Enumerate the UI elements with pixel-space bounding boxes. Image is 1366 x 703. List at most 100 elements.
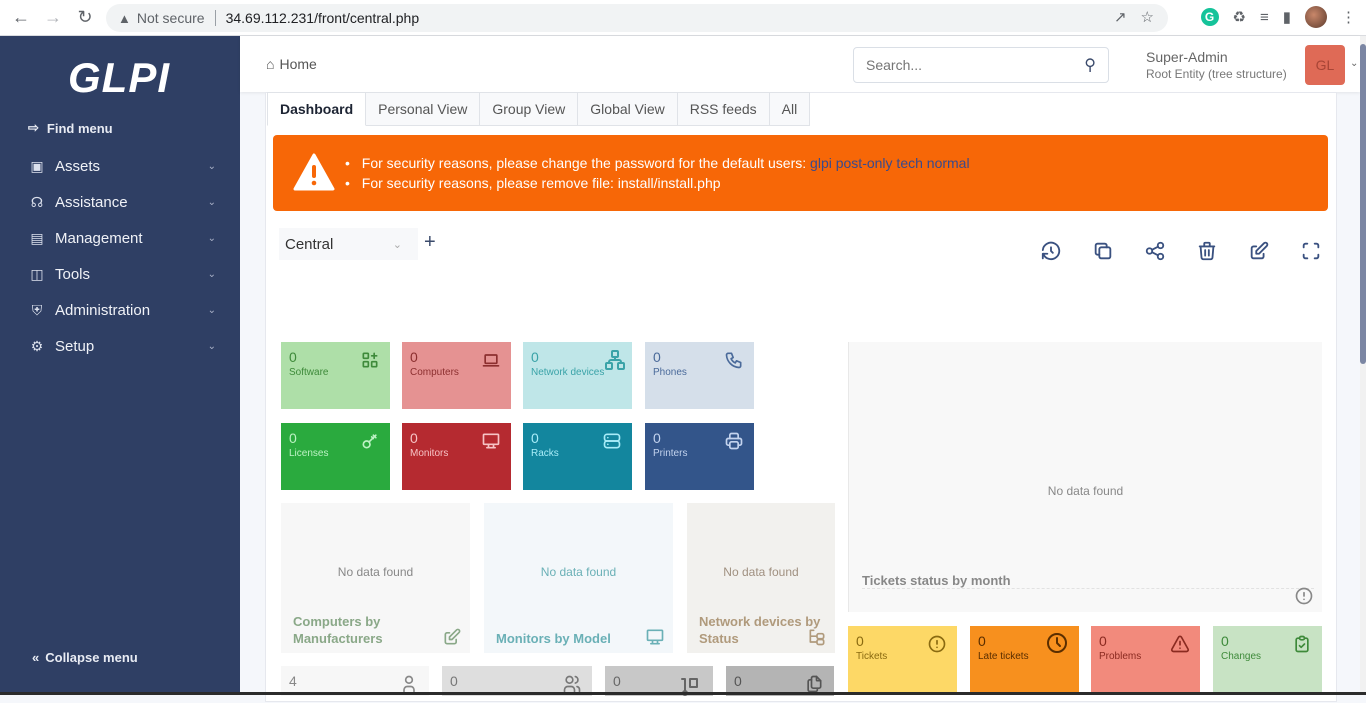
alert-circle-icon <box>927 634 947 654</box>
tile-monitors[interactable]: 0 Monitors <box>402 423 511 490</box>
printer-icon <box>724 431 744 451</box>
share-button[interactable] <box>1144 240 1166 262</box>
tab-dashboard[interactable]: Dashboard <box>267 92 367 126</box>
profile-avatar[interactable] <box>1305 6 1327 28</box>
page-scrollbar[interactable] <box>1360 36 1366 695</box>
home-icon: ⌂ <box>266 56 275 72</box>
no-data-text: No data found <box>723 565 799 579</box>
alert-message-passwords: For security reasons, please change the … <box>359 153 970 173</box>
chart-title: Computers by Manufacturers <box>293 614 383 646</box>
tile-late-tickets[interactable]: 0 Late tickets <box>970 626 1079 693</box>
warning-triangle-icon <box>1170 634 1190 654</box>
user-icon <box>399 674 419 694</box>
tab-all[interactable]: All <box>769 92 811 126</box>
tile-network-devices[interactable]: 0 Network devices <box>523 342 632 409</box>
browser-toolbar: ← → ↻ ▲ Not secure 34.69.112.231/front/c… <box>0 0 1366 36</box>
sidebar-item-administration[interactable]: ⛨ Administration ⌄ <box>0 292 240 328</box>
tile-computers[interactable]: 0 Computers <box>402 342 511 409</box>
sidebar-item-tools[interactable]: ◫ Tools ⌄ <box>0 256 240 292</box>
collapse-menu-button[interactable]: « Collapse menu <box>32 650 138 665</box>
sidebar-item-assistance[interactable]: ☊ Assistance ⌄ <box>0 184 240 220</box>
tab-rss-feeds[interactable]: RSS feeds <box>677 92 770 126</box>
tab-personal-view[interactable]: Personal View <box>366 92 481 126</box>
tab-group-view[interactable]: Group View <box>480 92 579 126</box>
grammarly-extension-icon[interactable]: G <box>1200 8 1219 26</box>
extensions-puzzle-icon[interactable]: ♻ <box>1233 8 1246 26</box>
chart-title: Tickets status by month <box>862 573 1011 588</box>
clone-button[interactable] <box>1092 240 1114 262</box>
back-button[interactable]: ← <box>10 7 32 29</box>
delete-button[interactable] <box>1196 240 1218 262</box>
sidebar-item-label: Assets <box>55 157 101 175</box>
user-avatar[interactable]: GL <box>1305 45 1345 85</box>
media-queue-icon[interactable]: ≡ <box>1260 9 1269 26</box>
default-users-link[interactable]: glpi post-only tech normal <box>810 155 970 171</box>
dashboard-toolbar <box>1040 240 1322 262</box>
chart-network-devices-by-status[interactable]: No data found Network devices by Status <box>687 503 835 653</box>
history-icon <box>1041 241 1061 261</box>
gear-icon: ⚙ <box>30 337 44 354</box>
alert-text: For security reasons, please remove file… <box>361 175 721 191</box>
chart-computers-by-manufacturers[interactable]: No data found Computers by Manufacturers <box>281 503 470 653</box>
user-info[interactable]: Super-Admin Root Entity (tree structure) <box>1146 49 1287 81</box>
sidebar-item-setup[interactable]: ⚙ Setup ⌄ <box>0 328 240 364</box>
fullscreen-button[interactable] <box>1300 240 1322 262</box>
find-menu-label: Find menu <box>46 120 113 136</box>
breadcrumb-home[interactable]: ⌂ Home <box>266 56 317 72</box>
find-menu-link[interactable]: ⇨ Find menu <box>28 120 113 136</box>
tile-licenses[interactable]: 0 Licenses <box>281 423 390 490</box>
user-profile-name: Super-Admin <box>1146 49 1228 65</box>
history-button[interactable] <box>1040 240 1062 262</box>
sidebar-item-management[interactable]: ▤ Management ⌄ <box>0 220 240 256</box>
key-icon <box>360 431 380 451</box>
sidebar-item-label: Setup <box>55 337 95 355</box>
tile-printers[interactable]: 0 Printers <box>645 423 754 490</box>
warning-triangle-icon <box>293 153 335 191</box>
sidebar-item-label: Management <box>55 229 143 247</box>
dashboard-select[interactable]: Central ⌄ <box>279 228 418 260</box>
chevron-down-icon[interactable]: ⌄ <box>1350 58 1358 69</box>
security-label: Not secure <box>136 10 205 26</box>
monitor-icon <box>645 627 665 647</box>
kebab-menu-icon[interactable]: ⋮ <box>1341 8 1356 26</box>
reload-button[interactable]: ↻ <box>74 7 96 29</box>
laptop-icon <box>481 350 501 370</box>
alert-message-install-file: For security reasons, please remove file… <box>359 173 970 193</box>
chart-monitors-by-model[interactable]: No data found Monitors by Model <box>484 503 673 653</box>
chart-tickets-status-by-month[interactable]: No data found Tickets status by month <box>848 342 1322 612</box>
share-icon <box>1145 241 1165 261</box>
headset-icon: ☊ <box>30 193 44 210</box>
files-icon <box>804 674 824 694</box>
address-bar[interactable]: ▲ Not secure 34.69.112.231/front/central… <box>106 4 1168 32</box>
tile-tickets[interactable]: 0 Tickets <box>848 626 957 693</box>
top-header: ⌂ Home ⚲ Super-Admin Root Entity (tree s… <box>240 36 1360 92</box>
edit-button[interactable] <box>1248 240 1270 262</box>
global-search: ⚲ <box>853 47 1109 83</box>
alert-text: For security reasons, please change the … <box>361 155 807 171</box>
monitor-icon <box>481 431 501 451</box>
forward-button[interactable]: → <box>42 7 64 29</box>
tile-changes[interactable]: 0 Changes <box>1213 626 1322 693</box>
add-dashboard-button[interactable]: + <box>424 231 436 254</box>
user-entity: Root Entity (tree structure) <box>1146 67 1287 81</box>
glpi-logo[interactable]: GLPI <box>68 54 170 102</box>
tile-phones[interactable]: 0 Phones <box>645 342 754 409</box>
share-icon[interactable]: ↗ <box>1114 8 1127 26</box>
search-icon[interactable]: ⚲ <box>1084 55 1096 75</box>
tile-problems[interactable]: 0 Problems <box>1091 626 1200 693</box>
scrollbar-thumb[interactable] <box>1360 44 1366 364</box>
chevron-down-icon: ⌄ <box>207 304 216 316</box>
bookmark-star-icon[interactable]: ☆ <box>1141 8 1154 26</box>
chevron-down-icon: ⌄ <box>207 196 216 208</box>
tile-racks[interactable]: 0 Racks <box>523 423 632 490</box>
tab-global-view[interactable]: Global View <box>578 92 678 126</box>
copy-icon <box>1094 242 1112 260</box>
sidebar-item-assets[interactable]: ▣ Assets ⌄ <box>0 148 240 184</box>
tile-software[interactable]: 0 Software <box>281 342 390 409</box>
search-input[interactable] <box>866 57 1066 73</box>
trash-icon <box>1198 241 1216 261</box>
chevron-down-icon: ⌄ <box>207 340 216 352</box>
side-panel-icon[interactable]: ▮ <box>1283 8 1291 26</box>
chevron-down-icon: ⌄ <box>207 268 216 280</box>
arrow-right-icon: ⇨ <box>28 120 39 135</box>
